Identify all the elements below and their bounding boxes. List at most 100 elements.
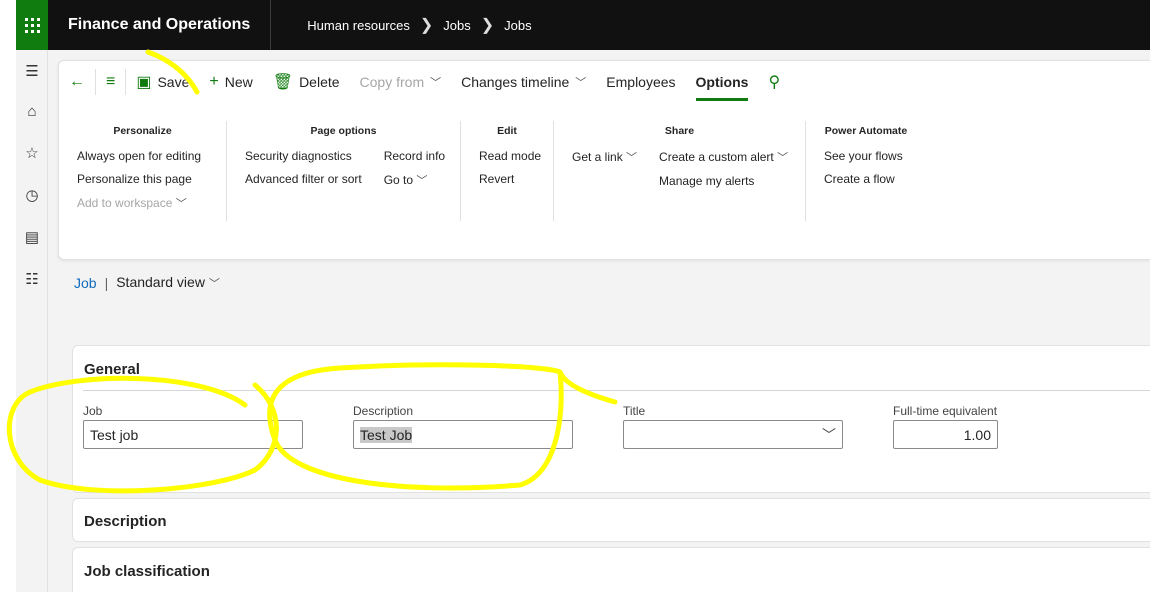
- employees-label: Employees: [606, 74, 676, 90]
- waffle-icon: [24, 17, 40, 33]
- chevron-right-icon: ❯: [419, 17, 434, 34]
- job-field-label: Job: [83, 404, 103, 418]
- app-window: Finance and Operations Human resources ❯…: [0, 0, 1150, 592]
- description-field-group: Description Test Job: [353, 404, 573, 449]
- modules-list-icon[interactable]: ☷: [16, 268, 48, 290]
- description-section[interactable]: Description: [72, 498, 1150, 542]
- copy-from-label: Copy from: [359, 74, 425, 90]
- description-field-value: Test Job: [360, 426, 413, 443]
- create-custom-alert-label: Create a custom alert: [659, 150, 774, 164]
- chevron-down-icon: ﹀: [575, 77, 587, 89]
- general-section: General Job Test job Description Test Jo…: [72, 345, 1150, 493]
- favorites-star-icon[interactable]: ☆: [16, 142, 48, 164]
- description-field-label: Description: [353, 404, 414, 418]
- group-share: Share Get a link ﹀ Create a custom alert…: [554, 121, 806, 221]
- breadcrumb-item-jobs-current[interactable]: Jobs: [504, 18, 531, 33]
- save-label: Save: [157, 74, 190, 90]
- command-bar: ← ≡ ▣ Save + New 🗑 Delete Copy from ﹀ Change…: [59, 61, 790, 103]
- breadcrumb-item-jobs[interactable]: Jobs: [443, 18, 470, 33]
- description-section-title[interactable]: Description: [73, 499, 1150, 530]
- app-launcher-button[interactable]: [16, 0, 48, 50]
- job-field-value: Test job: [90, 426, 139, 443]
- get-a-link-button[interactable]: Get a link ﹀: [572, 149, 637, 165]
- description-field[interactable]: Test Job: [353, 420, 573, 449]
- go-to-label: Go to: [383, 173, 414, 187]
- left-navigation: ☰ ⌂ ☆ ◷ ▤ ☷: [16, 50, 48, 592]
- options-tab[interactable]: Options: [686, 61, 759, 103]
- top-bar: Finance and Operations Human resources ❯…: [16, 0, 1150, 50]
- options-label: Options: [695, 74, 749, 90]
- new-button[interactable]: + New: [199, 61, 262, 103]
- job-classification-section[interactable]: Job classification: [72, 547, 1150, 592]
- chevron-down-icon: ﹀: [777, 152, 789, 164]
- group-title-power-automate: Power Automate: [824, 125, 908, 137]
- see-your-flows-button[interactable]: See your flows: [824, 149, 908, 163]
- group-title-personalize: Personalize: [113, 125, 172, 137]
- always-open-for-editing-button[interactable]: Always open for editing: [77, 149, 208, 163]
- create-a-flow-button[interactable]: Create a flow: [824, 172, 908, 186]
- search-icon: ⚲: [768, 74, 781, 91]
- record-info-button[interactable]: Record info: [384, 149, 445, 163]
- fte-field-value: 1.00: [963, 426, 991, 443]
- go-to-button[interactable]: Go to ﹀: [384, 172, 445, 188]
- view-name: Standard view: [116, 274, 205, 290]
- view-separator: |: [104, 274, 109, 291]
- view-header: Job | Standard view ﹀: [74, 274, 220, 291]
- chevron-down-icon: ﹀: [175, 198, 187, 210]
- revert-button[interactable]: Revert: [479, 172, 535, 186]
- read-mode-button[interactable]: Read mode: [479, 149, 541, 163]
- employees-tab[interactable]: Employees: [596, 61, 685, 103]
- add-to-workspace-button[interactable]: Add to workspace ﹀: [77, 195, 208, 211]
- back-button[interactable]: ←: [59, 61, 95, 103]
- left-edge: [0, 0, 16, 592]
- add-to-workspace-label: Add to workspace: [77, 196, 173, 210]
- fte-field-group: Full-time equivalent 1.00: [893, 404, 998, 449]
- group-edit: Edit Read mode Revert: [461, 121, 554, 221]
- changes-timeline-button[interactable]: Changes timeline ﹀: [451, 61, 596, 103]
- group-title-page-options: Page options: [310, 125, 377, 137]
- options-groups: Personalize Always open for editing Pers…: [59, 121, 926, 251]
- group-title-share: Share: [664, 125, 695, 137]
- plus-icon: +: [209, 73, 219, 90]
- chevron-down-icon: ﹀: [822, 426, 836, 443]
- job-field[interactable]: Test job: [83, 420, 303, 449]
- manage-my-alerts-button[interactable]: Manage my alerts: [659, 174, 788, 188]
- action-pane: ← ≡ ▣ Save + New 🗑 Delete Copy from ﹀ Change…: [58, 60, 1150, 260]
- new-label: New: [224, 74, 253, 90]
- trash-icon: 🗑: [272, 74, 294, 91]
- group-title-edit: Edit: [497, 125, 517, 137]
- copy-from-button[interactable]: Copy from ﹀: [350, 61, 452, 103]
- section-divider: [83, 390, 1150, 391]
- search-button[interactable]: ⚲: [758, 61, 790, 103]
- job-classification-section-title[interactable]: Job classification: [73, 548, 1150, 580]
- entity-link[interactable]: Job: [74, 275, 97, 291]
- app-title[interactable]: Finance and Operations: [48, 0, 272, 50]
- home-icon[interactable]: ⌂: [16, 100, 48, 122]
- get-a-link-label: Get a link: [572, 150, 623, 164]
- chevron-down-icon: ﹀: [208, 278, 220, 290]
- chevron-down-icon: ﹀: [626, 152, 638, 164]
- recent-clock-icon[interactable]: ◷: [16, 184, 48, 206]
- workspaces-icon[interactable]: ▤: [16, 226, 48, 248]
- save-button[interactable]: ▣ Save: [126, 61, 199, 103]
- view-selector[interactable]: Standard view ﹀: [116, 274, 220, 291]
- chevron-down-icon: ﹀: [430, 77, 442, 89]
- breadcrumb-item-human-resources[interactable]: Human resources: [307, 18, 410, 33]
- personalize-this-page-button[interactable]: Personalize this page: [77, 172, 208, 186]
- fte-field-label: Full-time equivalent: [893, 404, 998, 418]
- title-dropdown[interactable]: ﹀: [623, 420, 843, 449]
- group-power-automate: Power Automate See your flows Create a f…: [806, 121, 926, 221]
- breadcrumb: Human resources ❯ Jobs ❯ Jobs: [271, 15, 531, 35]
- group-personalize: Personalize Always open for editing Pers…: [59, 121, 227, 221]
- create-custom-alert-button[interactable]: Create a custom alert ﹀: [659, 149, 788, 165]
- general-section-title[interactable]: General: [73, 346, 1150, 378]
- hamburger-menu-icon[interactable]: ☰: [16, 60, 48, 82]
- back-arrow-icon: ←: [69, 73, 85, 90]
- list-toggle-button[interactable]: ≡: [96, 61, 125, 103]
- advanced-filter-button[interactable]: Advanced filter or sort: [245, 172, 362, 186]
- save-icon: ▣: [136, 74, 152, 91]
- delete-button[interactable]: 🗑 Delete: [263, 61, 350, 103]
- security-diagnostics-button[interactable]: Security diagnostics: [245, 149, 362, 163]
- list-icon: ≡: [106, 73, 116, 90]
- fte-field[interactable]: 1.00: [893, 420, 998, 449]
